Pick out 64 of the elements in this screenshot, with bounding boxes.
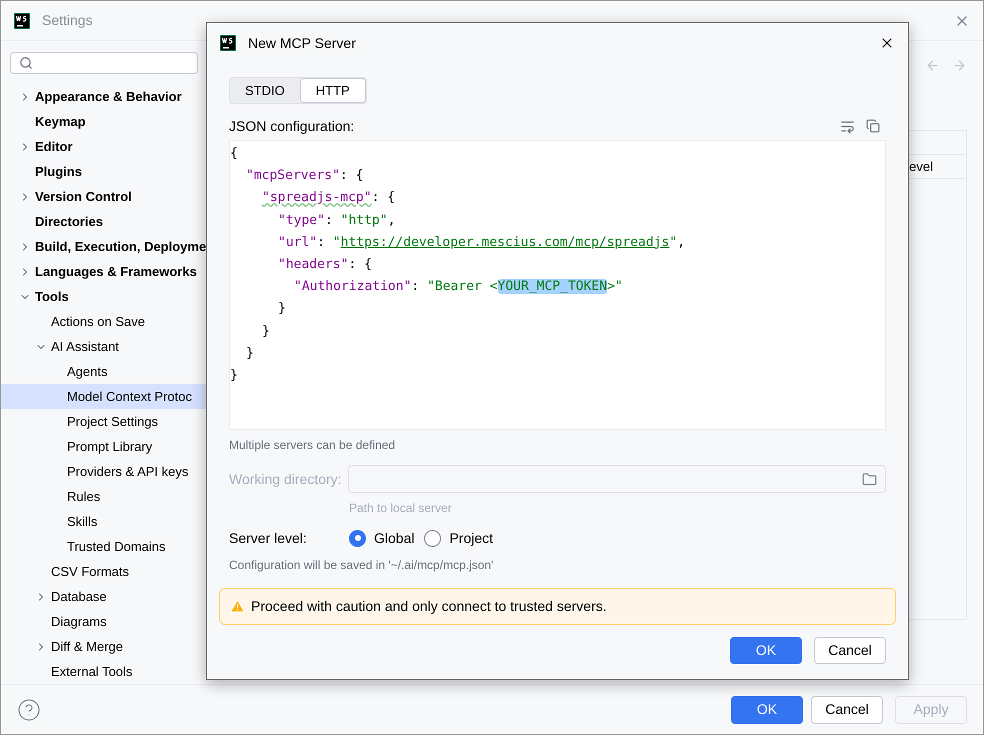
- tree-item[interactable]: CSV Formats: [1, 559, 207, 584]
- code-line: "spreadjs-mcp": {: [262, 189, 396, 208]
- save-location-note: Configuration will be saved in '~/.ai/mcp/mcp.json': [229, 557, 494, 574]
- tree-item[interactable]: Prompt Library: [1, 434, 207, 459]
- server-level-label: Server level:: [229, 528, 308, 548]
- dialog-button[interactable]: Cancel: [814, 637, 886, 664]
- warning-icon: [230, 599, 245, 614]
- code-line: "Authorization": "Bearer <YOUR_MCP_TOKEN>": [294, 278, 623, 296]
- copy-icon[interactable]: [866, 119, 880, 133]
- table-cell-text: evel: [909, 158, 933, 176]
- tree-item[interactable]: Skills: [1, 509, 207, 534]
- help-icon[interactable]: [17, 698, 41, 722]
- tree-item[interactable]: External Tools: [1, 659, 207, 684]
- tree-item[interactable]: Diff & Merge: [1, 634, 207, 659]
- code-line: {: [230, 145, 238, 163]
- code-line: "headers": {: [278, 256, 372, 274]
- radio-button[interactable]: [424, 530, 442, 546]
- soft-wrap-icon[interactable]: [840, 118, 855, 134]
- tree-item[interactable]: Keymap: [1, 109, 207, 134]
- radio-button[interactable]: [349, 530, 366, 546]
- ok-button[interactable]: OK: [731, 696, 803, 724]
- code-line: }: [246, 344, 254, 363]
- json-configuration-label: JSON configuration:: [229, 116, 354, 136]
- code-line: "type": "http",: [278, 212, 396, 230]
- code-line: }: [278, 300, 286, 318]
- mode-tab[interactable]: HTTP: [300, 78, 366, 103]
- app-logo-icon: [220, 35, 236, 51]
- tree-item[interactable]: Tools: [1, 284, 207, 309]
- tree-item[interactable]: Diagrams: [1, 609, 207, 634]
- working-directory-label: Working directory:: [229, 470, 342, 489]
- tree-item[interactable]: Database: [1, 584, 207, 609]
- warning-text: Proceed with caution and only connect to trusted servers.: [251, 597, 607, 616]
- tree-item[interactable]: Rules: [1, 484, 207, 509]
- tree-item[interactable]: Project Settings: [1, 409, 207, 434]
- radio-option[interactable]: Global: [349, 528, 414, 548]
- tree-item[interactable]: Build, Execution, Deployme: [1, 234, 207, 259]
- code-line: }: [230, 366, 238, 385]
- tree-item[interactable]: Model Context Protoc: [1, 384, 207, 409]
- code-line: "mcpServers": {: [246, 167, 364, 186]
- tree-item[interactable]: Trusted Domains: [1, 534, 207, 559]
- hint-text: Multiple servers can be defined: [229, 437, 396, 454]
- search-icon: [19, 56, 33, 70]
- dialog-title: New MCP Server: [248, 34, 356, 52]
- ok-button[interactable]: OK: [730, 637, 802, 664]
- dialog-button[interactable]: Cancel: [811, 696, 883, 724]
- tree-item[interactable]: Agents: [1, 359, 207, 384]
- tree-item[interactable]: Directories: [1, 209, 207, 234]
- search-field[interactable]: [10, 52, 198, 74]
- hint-text: Path to local server: [349, 500, 453, 517]
- tree-item[interactable]: Editor: [1, 134, 207, 159]
- tree-item[interactable]: Providers & API keys: [1, 459, 207, 484]
- tree-item[interactable]: Actions on Save: [1, 309, 207, 334]
- tree-item[interactable]: Version Control: [1, 184, 207, 209]
- tree-item[interactable]: Appearance & Behavior: [1, 84, 207, 109]
- radio-option[interactable]: Project: [424, 528, 494, 548]
- window-title: Settings: [42, 11, 93, 30]
- json-editor[interactable]: { "mcpServers": { "spreadjs-mcp": { "type": "http", "url": "https://developer.mescius.com/mcp/spreadjs", "headers": { "Authorization": "Bearer <YOUR_MCP_TOKEN>" } } } }: [229, 140, 886, 430]
- tree-item[interactable]: AI Assistant: [1, 334, 207, 359]
- code-line: }: [262, 322, 270, 340]
- app-logo-icon: [14, 12, 30, 28]
- tree-item[interactable]: Plugins: [1, 159, 207, 184]
- code-line: "url": "https://developer.mescius.com/mcp/spreadjs",: [278, 234, 686, 252]
- mode-tab[interactable]: STDIO: [230, 78, 300, 103]
- tree-item[interactable]: Languages & Frameworks: [1, 259, 207, 284]
